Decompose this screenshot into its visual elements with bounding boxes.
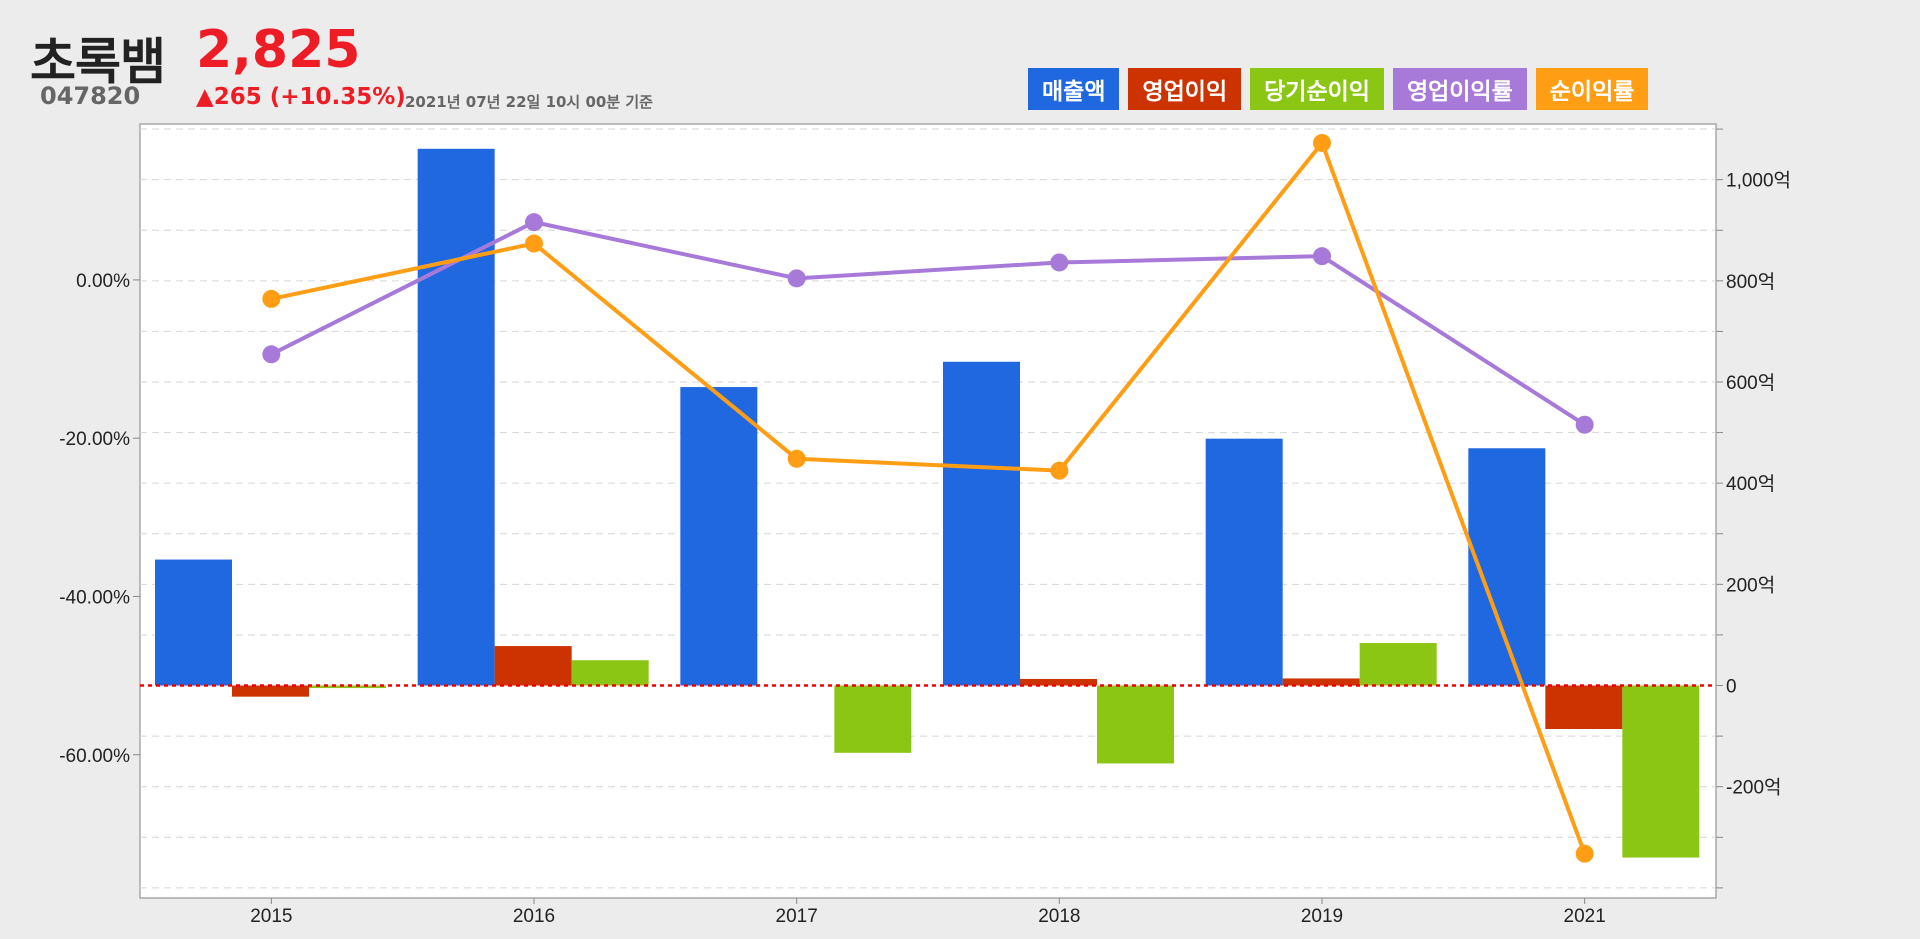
bar-sales [943,361,1020,686]
bar-sales [417,148,495,686]
point-operating-margin [787,269,806,288]
right-axis-label: 600억 [1726,372,1775,394]
x-axis-label: 2018 [1038,906,1080,927]
x-axis-label: 2015 [250,906,292,927]
x-axis-label: 2016 [513,906,555,927]
point-net-margin [1050,461,1069,480]
bar-sales [155,559,232,686]
bar-operating-profit [1545,685,1623,730]
financial-chart: 0.00% -20.00% -40.00% -60.00% 1,000억 800억 600억… [59,123,1791,927]
right-axis-label: 1,000억 [1726,170,1791,192]
point-operating-margin [262,345,281,364]
right-axis-label: -200억 [1726,777,1782,799]
right-axis-label: 200억 [1726,574,1775,596]
bar-net-income [571,660,649,686]
point-operating-margin [1575,415,1594,434]
right-axis-label: 0 [1726,677,1737,698]
right-axis-label: 400억 [1726,473,1775,495]
bar-net-income [1097,685,1174,764]
bar-operating-profit [494,646,572,686]
left-axis-label: -20.00% [59,429,130,450]
left-axis-label: 0.00% [76,271,130,292]
x-axis-label: 2017 [776,906,818,927]
point-operating-margin [525,213,543,232]
bar-net-income [1622,685,1700,858]
x-axis-label: 2019 [1301,906,1343,927]
bar-sales [680,387,758,686]
bar-net-income [834,685,912,753]
bar-operating-profit [232,685,309,697]
point-operating-margin [1313,247,1331,266]
point-net-margin [262,289,281,308]
bar-net-income [1359,643,1437,686]
point-operating-margin [1050,253,1069,272]
left-axis-label: -60.00% [59,746,130,767]
point-net-margin [1313,133,1331,152]
point-net-margin [1575,844,1594,863]
x-axis-label: 2021 [1564,906,1606,927]
point-net-margin [525,234,543,253]
point-net-margin [787,449,806,468]
bar-sales [1205,438,1283,686]
right-axis-label: 800억 [1726,271,1775,293]
left-axis-label: -40.00% [59,587,130,608]
